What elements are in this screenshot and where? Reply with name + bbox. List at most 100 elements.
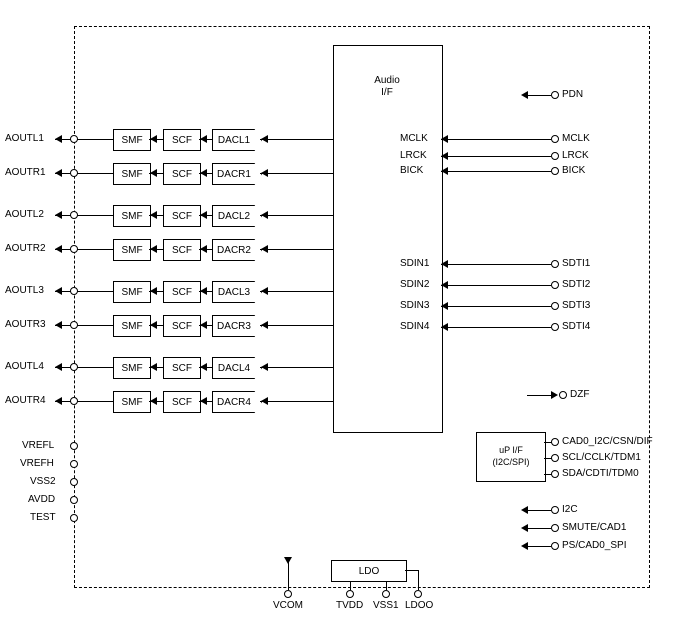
arrow-icon [200, 245, 207, 253]
arrow-icon [521, 91, 528, 99]
block-diagram: uP I/F (I2C/SPI) LDO SMF SCF DACL1 SMF S… [0, 0, 684, 625]
pin-test: TEST [30, 512, 56, 523]
pin-sdti4: SDTI4 [562, 321, 590, 332]
wire [418, 570, 419, 590]
arrow-icon [150, 245, 157, 253]
pin-sda: SDA/CDTI/TDM0 [562, 468, 639, 479]
aif-lrck: LRCK [400, 150, 427, 161]
smf-box: SMF [113, 315, 151, 337]
dac-box: DACL2 [212, 205, 262, 227]
arrow-icon [441, 167, 448, 175]
wire [260, 325, 333, 326]
scf-box: SCF [163, 239, 201, 261]
smf-box: SMF [113, 163, 151, 185]
pin-aoutl4: AOUTL4 [5, 361, 44, 372]
scf-box: SCF [163, 315, 201, 337]
pin-aoutr4: AOUTR4 [5, 395, 46, 406]
arrow-icon [261, 245, 268, 253]
arrow-icon [261, 135, 268, 143]
scf-box: SCF [163, 205, 201, 227]
arrow-icon [441, 260, 448, 268]
pin-vrefh: VREFH [20, 458, 54, 469]
port-icon [551, 91, 559, 99]
port-icon [551, 524, 559, 532]
wire [55, 367, 113, 368]
wire [441, 156, 551, 157]
arrow-icon [441, 323, 448, 331]
port-icon [70, 397, 78, 405]
aif-mclk: MCLK [400, 133, 428, 144]
wire [260, 401, 333, 402]
wire [55, 249, 113, 250]
dac-box: DACL4 [212, 357, 262, 379]
arrow-icon [200, 397, 207, 405]
port-icon [551, 470, 559, 478]
wire [260, 139, 333, 140]
arrow-icon [200, 211, 207, 219]
scf-box: SCF [163, 391, 201, 413]
pin-dzf: DZF [570, 389, 589, 400]
wire [386, 581, 387, 590]
pin-vss2: VSS2 [30, 476, 56, 487]
pin-vrefl: VREFL [22, 440, 54, 451]
dac-box: DACR3 [212, 315, 262, 337]
port-icon [70, 460, 78, 468]
smf-box: SMF [113, 239, 151, 261]
arrow-icon [200, 363, 207, 371]
wire [527, 528, 551, 529]
wire [55, 215, 113, 216]
dac-box: DACR4 [212, 391, 262, 413]
wire [260, 173, 333, 174]
wire [260, 249, 333, 250]
wire [527, 395, 551, 396]
port-icon [70, 245, 78, 253]
port-icon [70, 211, 78, 219]
pin-smute: SMUTE/CAD1 [562, 522, 626, 533]
smf-box: SMF [113, 129, 151, 151]
smf-box: SMF [113, 205, 151, 227]
arrow-icon [521, 524, 528, 532]
port-icon [284, 590, 292, 598]
dac-box: DACL3 [212, 281, 262, 303]
port-icon [551, 302, 559, 310]
arrow-icon [55, 321, 62, 329]
arrow-icon [200, 135, 207, 143]
pin-aoutr3: AOUTR3 [5, 319, 46, 330]
pin-i2c: I2C [562, 504, 578, 515]
arrow-icon [521, 542, 528, 550]
arrow-icon [55, 245, 62, 253]
up-if-label2: (I2C/SPI) [492, 457, 529, 469]
wire [405, 570, 418, 571]
scf-box: SCF [163, 163, 201, 185]
arrow-icon [551, 391, 558, 399]
arrow-icon [150, 321, 157, 329]
arrow-icon [150, 135, 157, 143]
ldo-label: LDO [359, 566, 380, 577]
audio-if-title: Audio I/F [333, 75, 441, 99]
arrow-icon [55, 363, 62, 371]
pin-scl: SCL/CCLK/TDM1 [562, 452, 641, 463]
port-icon [70, 321, 78, 329]
wire [527, 546, 551, 547]
pin-ldoo: LDOO [405, 600, 433, 611]
port-icon [551, 323, 559, 331]
pin-bick: BICK [562, 165, 585, 176]
arrow-icon [284, 557, 292, 564]
aif-sdin1: SDIN1 [400, 258, 429, 269]
dac-box: DACR2 [212, 239, 262, 261]
arrow-icon [261, 287, 268, 295]
pin-pdn: PDN [562, 89, 583, 100]
port-icon [70, 287, 78, 295]
wire [441, 264, 551, 265]
port-icon [551, 281, 559, 289]
wire [527, 510, 551, 511]
port-icon [382, 590, 390, 598]
port-icon [70, 135, 78, 143]
pin-ps: PS/CAD0_SPI [562, 540, 626, 551]
port-icon [551, 542, 559, 550]
pin-mclk: MCLK [562, 133, 590, 144]
arrow-icon [441, 135, 448, 143]
dac-box: DACL1 [212, 129, 262, 151]
port-icon [551, 152, 559, 160]
scf-box: SCF [163, 281, 201, 303]
